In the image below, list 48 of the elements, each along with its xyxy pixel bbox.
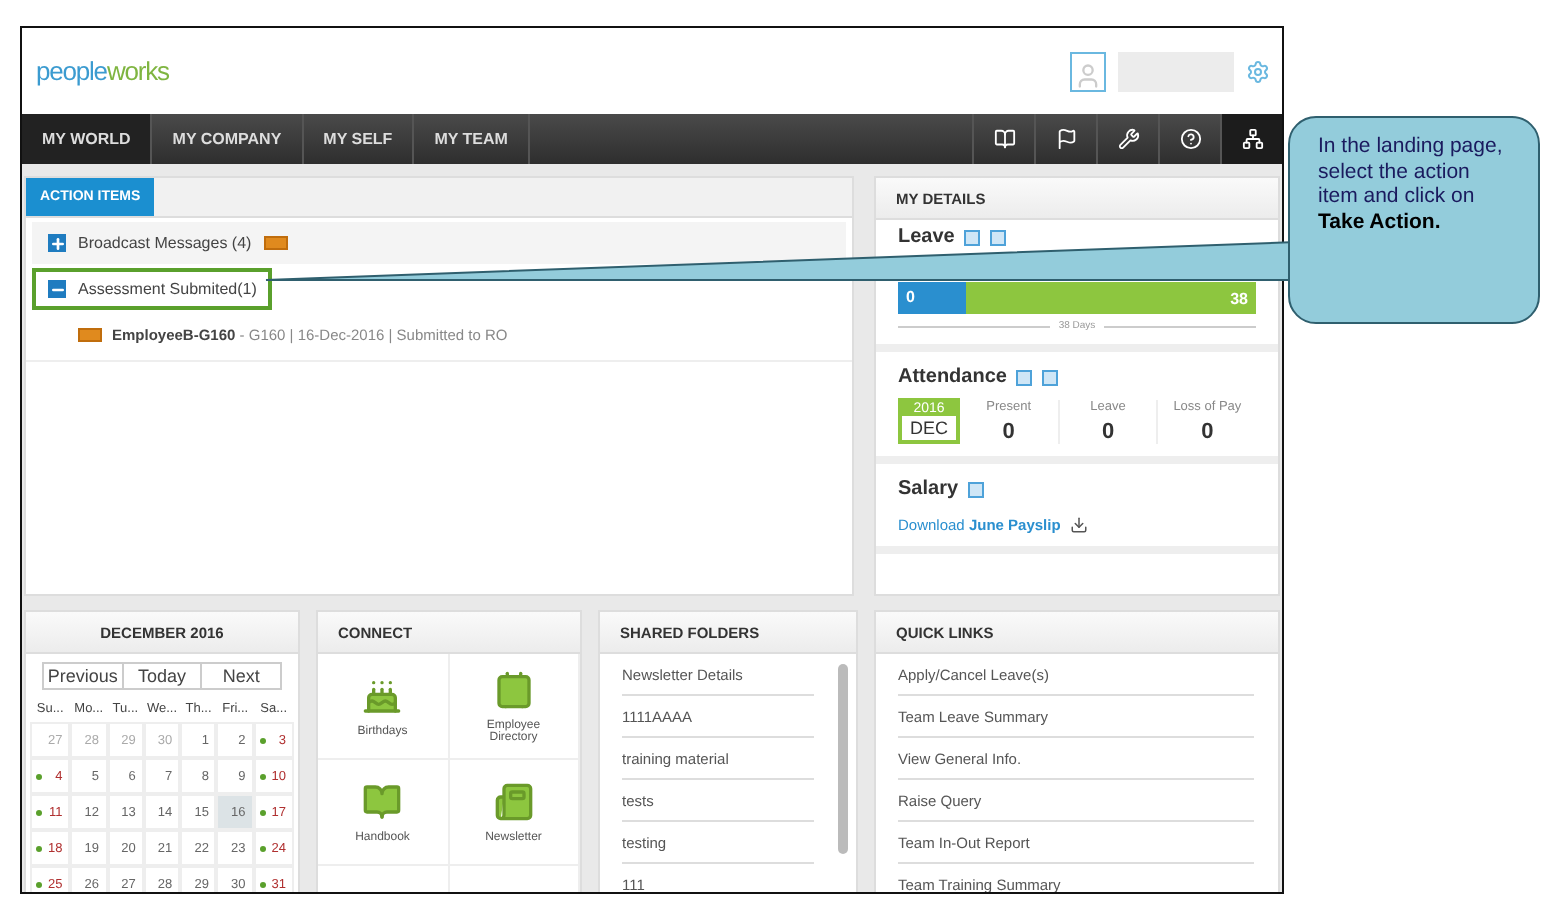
square-icon[interactable] [968, 481, 985, 497]
dot-icon [259, 737, 266, 743]
month-label: DEC [909, 416, 948, 440]
dot-icon [36, 845, 42, 851]
dot-icon [36, 809, 42, 815]
nav-tab[interactable]: MY COMPANY [152, 114, 304, 164]
callout-bubble: In the landing page, select the action item and click on Take Action. [1288, 116, 1540, 324]
book-icon [362, 781, 403, 821]
square-icon[interactable] [990, 229, 1007, 245]
wrench-icon[interactable] [1117, 128, 1139, 150]
dot-icon [259, 881, 266, 887]
bar-value: 0 [906, 288, 915, 306]
toolbar-button[interactable] [1220, 114, 1282, 164]
expand-icon[interactable] [48, 234, 66, 252]
dot-icon [36, 881, 42, 887]
square-icon[interactable] [1016, 369, 1033, 385]
group-label: Broadcast Messages (4) [78, 234, 252, 252]
square-icon[interactable] [1042, 369, 1059, 385]
bar-value: 38 [1230, 289, 1248, 307]
scrollbar[interactable] [838, 664, 848, 854]
stat-value: 0 [1201, 419, 1214, 443]
dot-icon [259, 773, 266, 779]
square-icon[interactable] [964, 229, 981, 245]
contact-card-icon [493, 669, 534, 709]
dot-icon [259, 809, 266, 815]
nav-tab[interactable]: MY SELF [303, 114, 415, 164]
dot-icon [259, 845, 266, 851]
cake-icon [362, 675, 403, 715]
book-icon[interactable] [993, 128, 1015, 150]
section-title: Leave [898, 226, 955, 248]
section-title: Salary [898, 478, 959, 500]
stat-value: 0 [1101, 419, 1115, 443]
group-label: Assessment Submited(1) [78, 280, 257, 298]
nav-tab[interactable]: MY WORLD [22, 114, 153, 164]
network-icon[interactable] [1241, 128, 1263, 150]
section-title: Attendance [898, 366, 1007, 388]
highlighted-group-row[interactable]: Assessment Submited(1) [32, 268, 273, 310]
dot-icon [36, 773, 42, 779]
flag-icon[interactable] [1055, 128, 1077, 150]
stat-value: 0 [1002, 419, 1015, 443]
nav-tab[interactable]: MY TEAM [414, 114, 530, 164]
logo: peopleworks [36, 56, 171, 86]
download-icon[interactable] [1070, 516, 1089, 534]
newspaper-icon [493, 781, 534, 821]
group-row[interactable]: Broadcast Messages (4) [32, 222, 846, 264]
help-icon[interactable] [1179, 128, 1201, 150]
collapse-icon[interactable] [48, 280, 66, 298]
calendar-nav-button[interactable]: Previous [44, 664, 124, 688]
